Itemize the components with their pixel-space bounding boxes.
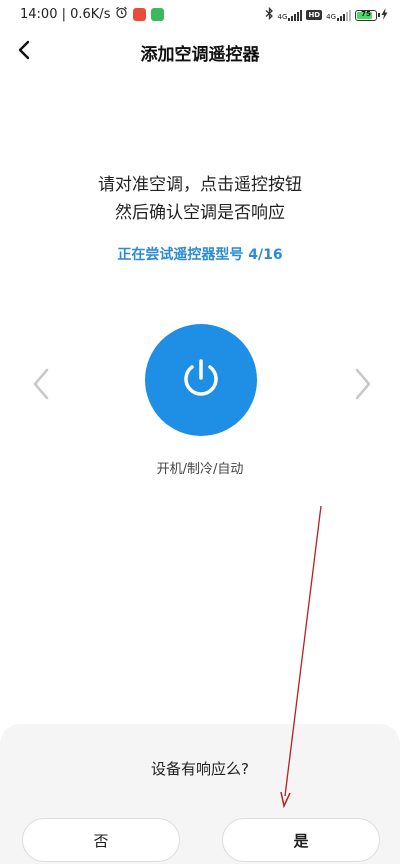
instruction-line-1: 请对准空调，点击遥控按钮 xyxy=(98,175,302,195)
next-model-button[interactable] xyxy=(350,366,374,402)
yes-button-label: 是 xyxy=(293,831,309,850)
signal-icon-2: 4G xyxy=(326,9,351,21)
status-bar: 14:00 | 0.6K/s 4G HD 4G 75 xyxy=(0,0,400,30)
no-button[interactable]: 否 xyxy=(22,818,180,862)
mode-label: 开机/制冷/自动 xyxy=(156,462,244,477)
signal-icon: 4G xyxy=(277,9,303,21)
hd-badge: HD xyxy=(306,10,323,20)
alarm-clock-icon xyxy=(115,6,128,23)
trying-model-status: 正在尝试遥控器型号 4/16 xyxy=(117,247,283,263)
bluetooth-icon xyxy=(265,6,274,23)
power-button[interactable] xyxy=(145,324,257,436)
battery-icon: 75 xyxy=(355,9,380,21)
header: 添加空调遥控器 xyxy=(0,30,400,74)
charging-icon xyxy=(381,7,388,23)
prev-model-button[interactable] xyxy=(30,366,54,402)
instruction-line-2: 然后确认空调是否响应 xyxy=(115,203,285,223)
battery-level: 75 xyxy=(361,9,371,18)
response-sheet: 设备有响应么? 否 是 xyxy=(0,724,400,864)
chevron-right-icon xyxy=(350,368,374,406)
chevron-left-icon xyxy=(30,368,54,406)
no-button-label: 否 xyxy=(93,831,109,850)
response-question: 设备有响应么? xyxy=(151,760,249,778)
network-type-label-2: 4G xyxy=(326,12,336,21)
yes-button[interactable]: 是 xyxy=(222,818,380,862)
red-app-icon xyxy=(133,8,147,21)
network-type-label: 4G xyxy=(277,12,288,21)
status-left: 14:00 | 0.6K/s xyxy=(20,6,165,23)
power-icon xyxy=(178,355,224,405)
green-app-icon xyxy=(151,8,165,21)
status-right: 4G HD 4G 75 xyxy=(265,6,388,23)
page-title: 添加空调遥控器 xyxy=(140,45,260,65)
time-speed: 14:00 | 0.6K/s xyxy=(20,7,111,22)
